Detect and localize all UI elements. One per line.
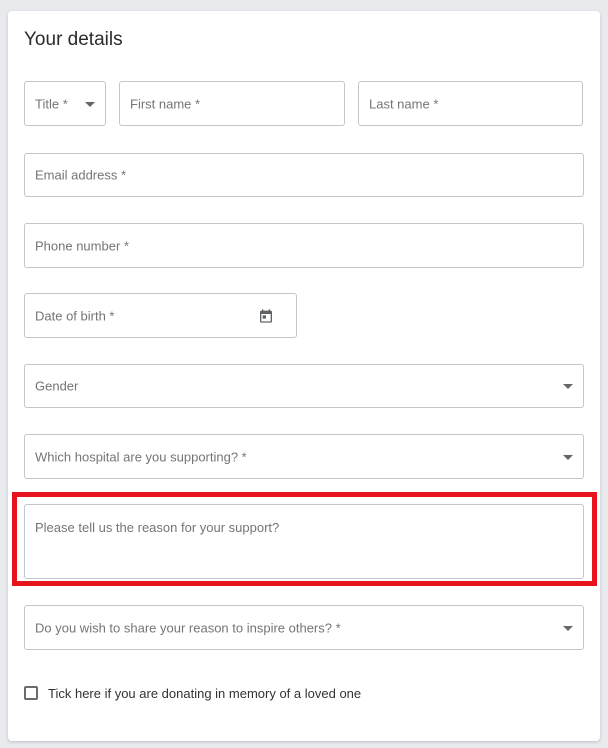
first-name-label: First name *: [130, 96, 201, 111]
hospital-label: Which hospital are you supporting? *: [35, 449, 247, 464]
chevron-down-icon: [563, 454, 573, 460]
in-memory-checkbox-label: Tick here if you are donating in memory …: [48, 685, 362, 701]
email-label: Email address *: [35, 167, 127, 183]
share-reason-label: Do you wish to share your reason to insp…: [35, 620, 341, 635]
your-details-card: Your details Title * First name * Last n…: [8, 11, 600, 741]
title-select[interactable]: Title *: [24, 81, 106, 126]
section-title: Your details: [24, 29, 123, 50]
support-reason-label: Please tell us the reason for your suppo…: [35, 520, 280, 535]
date-of-birth-field[interactable]: Date of birth *: [24, 293, 297, 338]
chevron-down-icon: [85, 101, 95, 107]
phone-field[interactable]: Phone number *: [24, 223, 584, 268]
chevron-down-icon: [563, 384, 573, 389]
gender-label: Gender: [35, 378, 79, 394]
last-name-label: Last name *: [369, 96, 439, 111]
first-name-field[interactable]: First name *: [119, 81, 345, 126]
last-name-field[interactable]: Last name *: [358, 81, 583, 126]
in-memory-checkbox[interactable]: [24, 686, 38, 700]
phone-label: Phone number *: [35, 238, 129, 253]
hospital-select[interactable]: Which hospital are you supporting? *: [24, 434, 584, 479]
support-reason-textarea[interactable]: Please tell us the reason for your suppo…: [24, 504, 584, 579]
share-reason-select[interactable]: Do you wish to share your reason to insp…: [24, 605, 584, 650]
chevron-down-icon: [563, 625, 573, 631]
in-memory-checkbox-row[interactable]: Tick here if you are donating in memory …: [24, 685, 361, 701]
title-select-label: Title *: [35, 96, 68, 111]
date-of-birth-label: Date of birth *: [35, 308, 115, 323]
email-field[interactable]: Email address *: [24, 153, 584, 197]
gender-select[interactable]: Gender: [24, 364, 584, 408]
calendar-icon[interactable]: [258, 308, 274, 324]
